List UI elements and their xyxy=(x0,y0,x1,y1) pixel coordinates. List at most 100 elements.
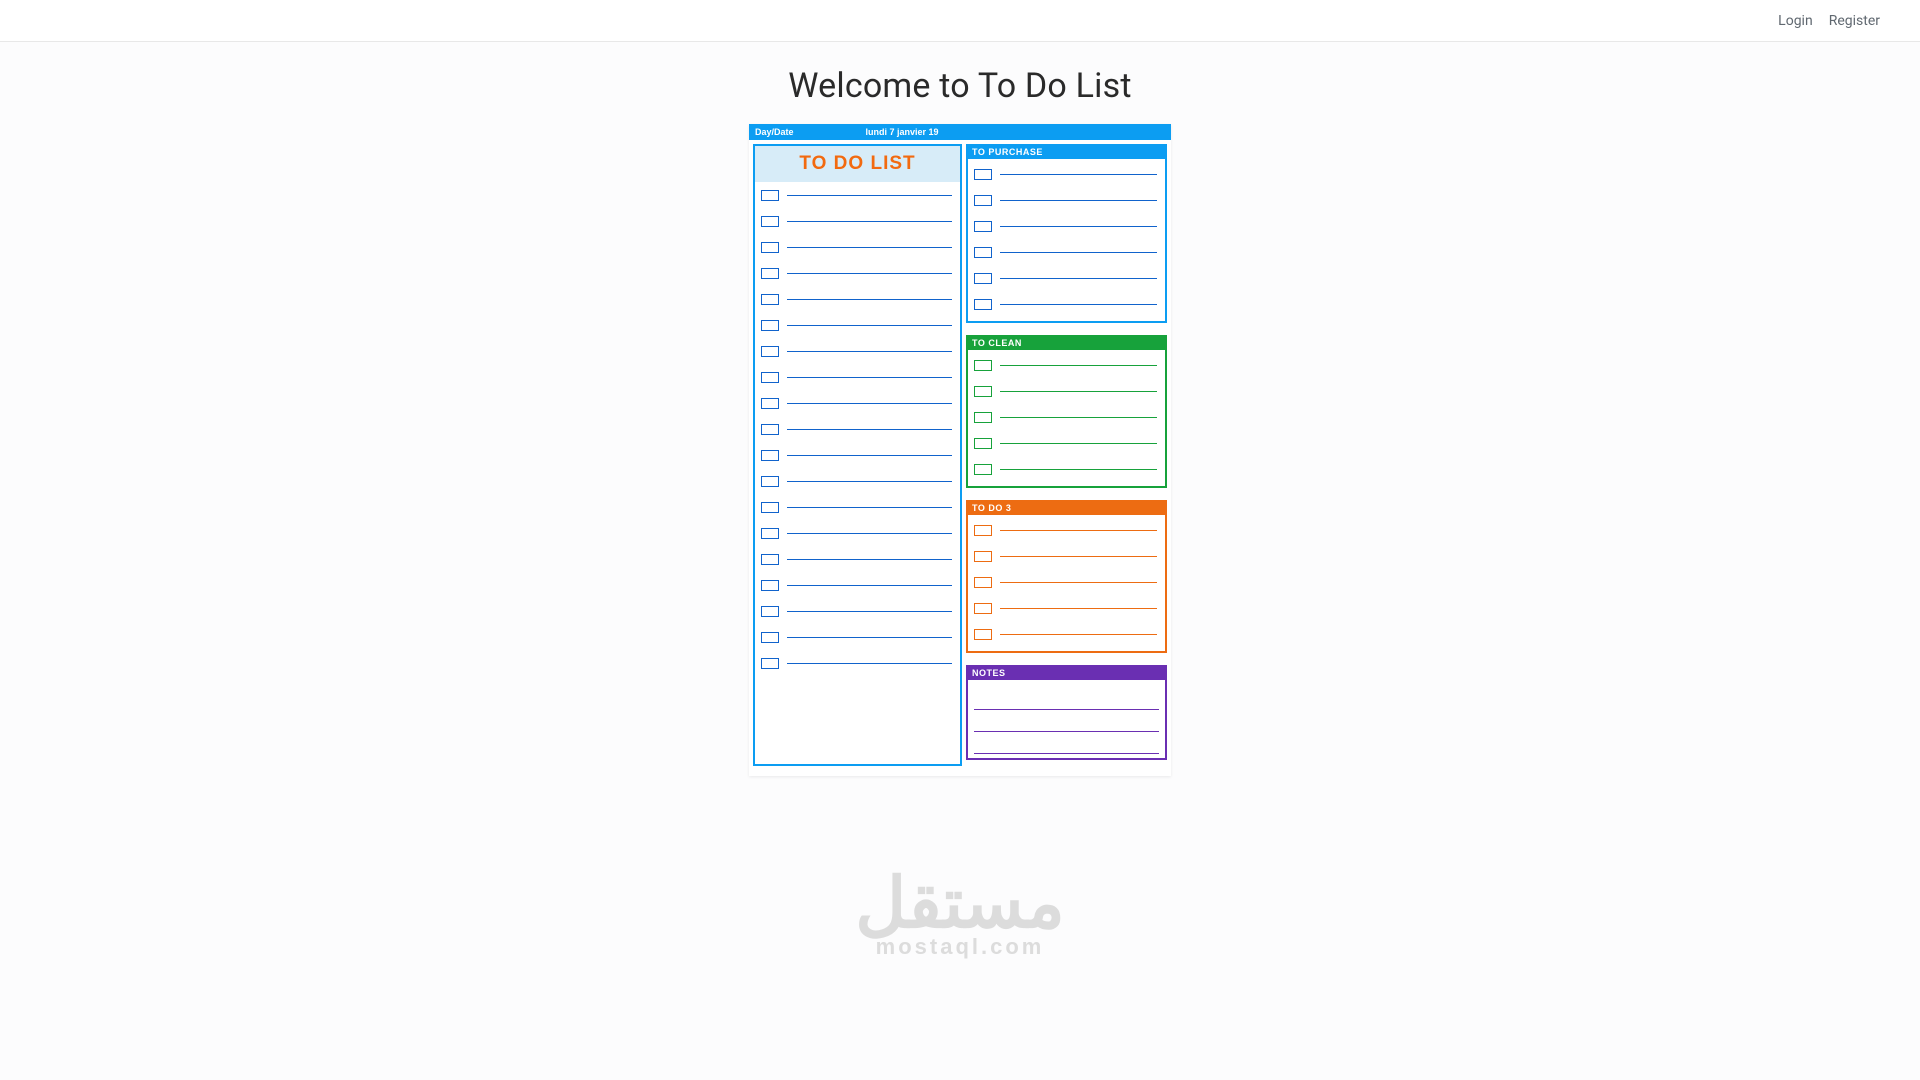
checkbox[interactable] xyxy=(974,629,992,640)
entry-line[interactable] xyxy=(1000,634,1157,635)
register-link[interactable]: Register xyxy=(1829,13,1880,29)
checkbox[interactable] xyxy=(974,386,992,397)
list-item xyxy=(968,595,1165,621)
checkbox[interactable] xyxy=(761,606,779,617)
note-line-row xyxy=(968,710,1165,732)
checkbox[interactable] xyxy=(761,580,779,591)
list-item xyxy=(968,430,1165,456)
checkbox[interactable] xyxy=(761,216,779,227)
checkbox[interactable] xyxy=(761,320,779,331)
entry-line[interactable] xyxy=(1000,278,1157,279)
entry-line[interactable] xyxy=(787,377,952,378)
checkbox[interactable] xyxy=(761,268,779,279)
entry-line[interactable] xyxy=(1000,391,1157,392)
main-todo-column: TO DO LIST xyxy=(753,144,962,766)
entry-line[interactable] xyxy=(787,221,952,222)
list-item xyxy=(755,260,960,286)
checkbox[interactable] xyxy=(974,412,992,423)
checkbox[interactable] xyxy=(974,221,992,232)
entry-line[interactable] xyxy=(787,299,952,300)
checkbox[interactable] xyxy=(974,577,992,588)
entry-line[interactable] xyxy=(787,273,952,274)
list-item xyxy=(755,572,960,598)
checkbox[interactable] xyxy=(761,450,779,461)
checkbox[interactable] xyxy=(974,360,992,371)
checkbox[interactable] xyxy=(761,398,779,409)
list-item xyxy=(755,520,960,546)
checkbox[interactable] xyxy=(974,299,992,310)
checkbox[interactable] xyxy=(761,190,779,201)
list-item xyxy=(755,546,960,572)
note-line[interactable] xyxy=(974,731,1159,732)
entry-line[interactable] xyxy=(787,663,952,664)
checkbox[interactable] xyxy=(974,438,992,449)
entry-line[interactable] xyxy=(787,481,952,482)
main-title: TO DO LIST xyxy=(799,153,915,175)
checkbox[interactable] xyxy=(761,372,779,383)
date-value: lundi 7 janvier 19 xyxy=(866,127,939,137)
checkbox[interactable] xyxy=(761,294,779,305)
note-line[interactable] xyxy=(974,753,1159,754)
list-item xyxy=(968,265,1165,291)
entry-line[interactable] xyxy=(1000,556,1157,557)
checkbox[interactable] xyxy=(761,658,779,669)
list-item xyxy=(968,404,1165,430)
list-item xyxy=(968,213,1165,239)
checkbox[interactable] xyxy=(974,464,992,475)
entry-line[interactable] xyxy=(1000,530,1157,531)
checkbox[interactable] xyxy=(974,247,992,258)
list-item xyxy=(755,364,960,390)
entry-line[interactable] xyxy=(787,351,952,352)
checkbox[interactable] xyxy=(761,632,779,643)
entry-line[interactable] xyxy=(787,533,952,534)
note-line[interactable] xyxy=(974,709,1159,710)
checkbox[interactable] xyxy=(974,603,992,614)
entry-line[interactable] xyxy=(1000,304,1157,305)
entry-line[interactable] xyxy=(1000,200,1157,201)
entry-line[interactable] xyxy=(1000,608,1157,609)
entry-line[interactable] xyxy=(1000,226,1157,227)
checkbox[interactable] xyxy=(974,525,992,536)
entry-line[interactable] xyxy=(787,507,952,508)
clean-section: TO CLEAN xyxy=(966,335,1167,494)
todo-sheet: Day/Date lundi 7 janvier 19 TO DO LIST T… xyxy=(749,124,1171,776)
entry-line[interactable] xyxy=(787,247,952,248)
todo3-section: TO DO 3 xyxy=(966,500,1167,659)
checkbox[interactable] xyxy=(761,242,779,253)
entry-line[interactable] xyxy=(787,403,952,404)
checkbox[interactable] xyxy=(974,195,992,206)
entry-line[interactable] xyxy=(1000,417,1157,418)
entry-line[interactable] xyxy=(787,559,952,560)
checkbox[interactable] xyxy=(761,476,779,487)
entry-line[interactable] xyxy=(1000,365,1157,366)
checkbox[interactable] xyxy=(761,554,779,565)
checkbox[interactable] xyxy=(761,424,779,435)
right-column: TO PURCHASE TO CLEAN TO DO 3 NOTES xyxy=(962,144,1167,766)
entry-line[interactable] xyxy=(1000,443,1157,444)
entry-line[interactable] xyxy=(787,429,952,430)
entry-line[interactable] xyxy=(787,585,952,586)
date-bar: Day/Date lundi 7 janvier 19 xyxy=(749,124,1171,140)
watermark: مستقل mostaql.com xyxy=(855,868,1065,960)
entry-line[interactable] xyxy=(1000,174,1157,175)
entry-line[interactable] xyxy=(787,637,952,638)
list-item xyxy=(755,416,960,442)
entry-line[interactable] xyxy=(787,455,952,456)
checkbox[interactable] xyxy=(974,169,992,180)
checkbox[interactable] xyxy=(974,273,992,284)
entry-line[interactable] xyxy=(1000,252,1157,253)
entry-line[interactable] xyxy=(1000,582,1157,583)
checkbox[interactable] xyxy=(761,502,779,513)
note-line-row xyxy=(968,732,1165,754)
entry-line[interactable] xyxy=(787,325,952,326)
entry-line[interactable] xyxy=(1000,469,1157,470)
checkbox[interactable] xyxy=(761,346,779,357)
checkbox[interactable] xyxy=(761,528,779,539)
list-item xyxy=(968,239,1165,265)
checkbox[interactable] xyxy=(974,551,992,562)
entry-line[interactable] xyxy=(787,195,952,196)
list-item xyxy=(755,338,960,364)
list-item xyxy=(755,468,960,494)
login-link[interactable]: Login xyxy=(1778,13,1813,29)
entry-line[interactable] xyxy=(787,611,952,612)
